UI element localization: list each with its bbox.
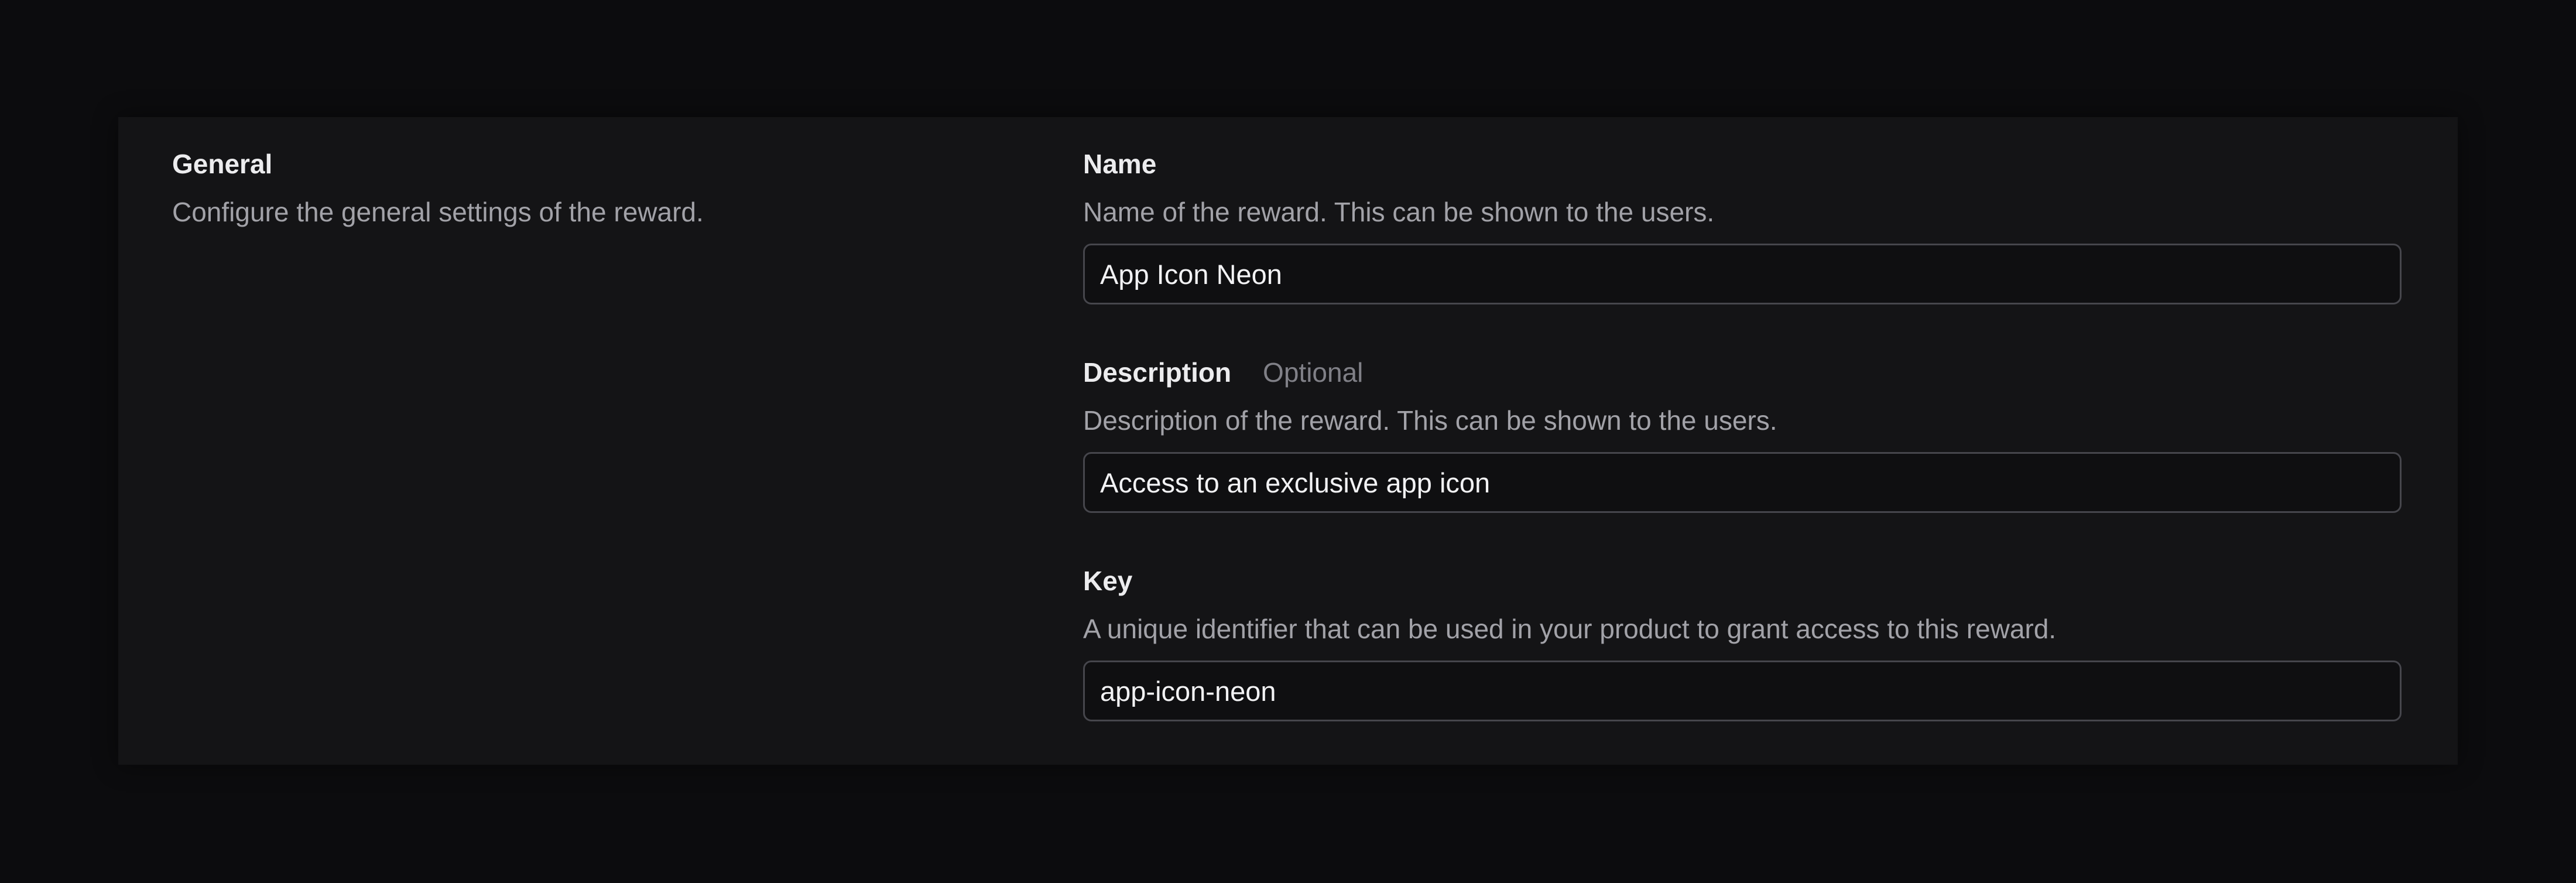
description-label-row: Description Optional (1083, 354, 2402, 391)
description-label: Description (1083, 357, 1232, 388)
general-section-header: General Configure the general settings o… (172, 145, 992, 231)
key-input[interactable]: app-icon-neon (1083, 660, 2402, 721)
optional-tag: Optional (1263, 357, 1364, 388)
key-label: Key (1083, 566, 1133, 596)
key-description: A unique identifier that can be used in … (1083, 614, 2057, 644)
name-label: Name (1083, 149, 1157, 179)
name-field-group: Name Name of the reward. This can be sho… (1083, 145, 2402, 304)
key-field-group: Key A unique identifier that can be used… (1083, 562, 2402, 721)
name-description: Name of the reward. This can be shown to… (1083, 197, 1715, 227)
section-description: Configure the general settings of the re… (172, 197, 704, 227)
description-help-text: Description of the reward. This can be s… (1083, 405, 1777, 436)
name-label-row: Name (1083, 145, 2402, 183)
description-field-group: Description Optional Description of the … (1083, 354, 2402, 513)
name-input[interactable]: App Icon Neon (1083, 244, 2402, 304)
key-label-row: Key (1083, 562, 2402, 600)
form-fields: Name Name of the reward. This can be sho… (1083, 145, 2402, 721)
reward-settings-card: General Configure the general settings o… (118, 117, 2458, 765)
description-input[interactable]: Access to an exclusive app icon (1083, 452, 2402, 513)
section-title: General (172, 149, 273, 179)
